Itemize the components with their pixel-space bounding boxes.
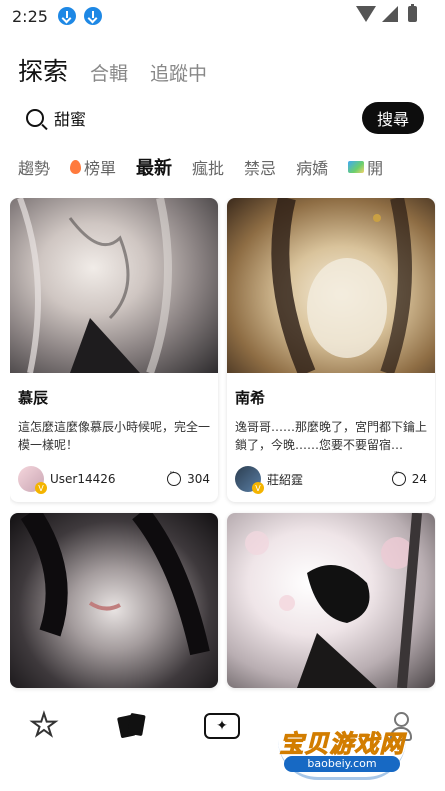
category-tabs: 趨勢 榜單 最新 瘋批 禁忌 病嬌 開: [18, 154, 445, 180]
watermark: 宝贝游戏网 baobeiy.com: [272, 702, 412, 782]
category-label: 瘋批: [192, 159, 225, 178]
search-icon: [26, 109, 44, 127]
category-tab-yandere[interactable]: 病嬌: [296, 154, 328, 180]
category-tab-taboo[interactable]: 禁忌: [244, 154, 276, 180]
comment-count: 24: [411, 472, 427, 486]
card-footer: V 莊紹霆 24: [235, 466, 427, 494]
comment-count: 304: [187, 472, 210, 486]
card-image: [227, 198, 435, 373]
top-tabs: 探索 合輯 追蹤中: [18, 52, 207, 88]
signal-icon: [382, 6, 398, 22]
card-image: [227, 513, 435, 688]
battery-icon: [408, 4, 417, 22]
category-label: 榜單: [84, 159, 117, 178]
nav-favorites[interactable]: ★: [24, 706, 64, 746]
card-artwork: [271, 198, 412, 373]
character-grid: 慕辰 這怎麼這麼像慕辰小時候呢，完全一模一樣呢！ V User14426 304…: [10, 198, 436, 698]
tab-collections[interactable]: 合輯: [90, 59, 128, 86]
category-tab-trending[interactable]: 趨勢: [18, 154, 50, 180]
category-label: 開: [367, 159, 384, 178]
download-icon: [57, 7, 76, 25]
category-label: 趨勢: [18, 159, 51, 178]
wifi-icon: [356, 6, 376, 22]
download-icon: [83, 7, 102, 25]
search-bar: 搜尋: [26, 100, 424, 136]
category-label: 最新: [136, 158, 173, 179]
author-name[interactable]: User14426: [50, 472, 167, 486]
status-bar: 2:25: [0, 0, 445, 32]
search-input[interactable]: [54, 108, 362, 128]
tab-following[interactable]: 追蹤中: [150, 59, 207, 86]
character-card[interactable]: 南希 逸哥哥……那麼晚了，宮門都下鑰上鎖了，今晚……您要不要留宿… V 莊紹霆 …: [227, 198, 435, 502]
category-label: 禁忌: [244, 159, 277, 178]
card-description: 逸哥哥……那麼晚了，宮門都下鑰上鎖了，今晚……您要不要留宿…: [235, 420, 427, 452]
card-image: [10, 513, 218, 688]
sparkle-icon: ✦: [204, 713, 240, 739]
avatar[interactable]: V: [235, 466, 264, 494]
verified-badge: V: [35, 482, 47, 494]
character-card[interactable]: [227, 513, 435, 688]
category-tab-rankings[interactable]: 榜單: [70, 154, 116, 180]
comment-icon: [391, 468, 406, 486]
star-icon: ★: [30, 708, 59, 743]
status-time: 2:25: [12, 6, 48, 26]
card-footer: V User14426 304: [18, 466, 210, 494]
category-tab-open[interactable]: 開: [348, 154, 383, 180]
cards-icon: [116, 712, 146, 739]
comment-icon: [167, 468, 182, 486]
map-icon: [348, 161, 365, 173]
card-title: 慕辰: [18, 389, 49, 407]
card-title: 南希: [235, 389, 266, 407]
tab-explore[interactable]: 探索: [18, 52, 68, 88]
watermark-url: baobeiy.com: [284, 756, 400, 772]
character-card[interactable]: 慕辰 這怎麼這麼像慕辰小時候呢，完全一模一樣呢！ V User14426 304: [10, 198, 218, 502]
card-artwork: [20, 513, 210, 656]
nav-cards[interactable]: [112, 706, 152, 746]
category-label: 病嬌: [296, 159, 329, 178]
search-button[interactable]: 搜尋: [362, 102, 424, 134]
verified-badge: V: [252, 482, 264, 494]
card-image: [10, 198, 218, 373]
nav-create[interactable]: ✦: [202, 706, 242, 746]
category-tab-latest[interactable]: 最新: [136, 154, 172, 180]
status-indicators: [356, 4, 417, 22]
watermark-text: 宝贝游戏网: [279, 730, 405, 759]
fire-icon: [70, 160, 82, 174]
card-artwork: [17, 198, 172, 373]
category-tab-crazy[interactable]: 瘋批: [192, 154, 224, 180]
avatar[interactable]: V: [18, 466, 47, 494]
character-card[interactable]: [10, 513, 218, 688]
author-name[interactable]: 莊紹霆: [267, 471, 392, 488]
card-artwork: [245, 513, 422, 688]
card-description: 這怎麼這麼像慕辰小時候呢，完全一模一樣呢！: [18, 420, 210, 452]
